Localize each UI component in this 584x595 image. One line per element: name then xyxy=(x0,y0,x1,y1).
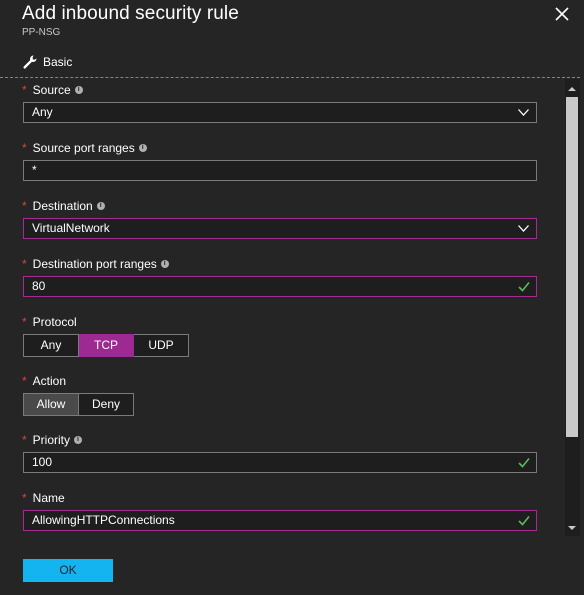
blade-header: Add inbound security rule PP-NSG Basic xyxy=(0,0,584,78)
required-marker: * xyxy=(22,315,27,329)
protocol-selector: Any TCP UDP xyxy=(23,334,189,357)
scroll-up-arrow-icon[interactable] xyxy=(566,83,578,95)
priority-label-text: Priority xyxy=(32,433,71,447)
destination-dropdown[interactable]: VirtualNetwork xyxy=(23,218,537,239)
priority-input[interactable]: 100 xyxy=(23,452,537,473)
info-icon[interactable]: i xyxy=(96,202,105,210)
scroll-down-arrow-icon[interactable] xyxy=(566,522,578,534)
source-port-ranges-input[interactable]: * xyxy=(23,160,537,181)
name-value: AllowingHTTPConnections xyxy=(32,513,175,527)
blade-title: Add inbound security rule xyxy=(22,3,239,24)
required-marker: * xyxy=(22,433,27,447)
source-label: * Source i xyxy=(22,83,83,97)
checkmark-icon xyxy=(518,281,530,292)
chevron-down-icon xyxy=(518,109,529,116)
checkmark-icon xyxy=(518,457,530,468)
info-icon[interactable]: i xyxy=(74,436,83,444)
tab-basic-label: Basic xyxy=(43,55,73,69)
source-port-ranges-value: * xyxy=(32,163,37,177)
protocol-option-tcp[interactable]: TCP xyxy=(79,334,134,357)
ok-button[interactable]: OK xyxy=(23,559,113,582)
source-label-text: Source xyxy=(32,83,71,97)
chevron-down-icon xyxy=(518,225,529,232)
name-label: * Name xyxy=(22,491,65,505)
protocol-label: * Protocol xyxy=(22,315,77,329)
action-label: * Action xyxy=(22,374,66,388)
blade-subtitle: PP-NSG xyxy=(22,27,61,38)
info-icon[interactable]: i xyxy=(74,86,83,94)
required-marker: * xyxy=(22,83,27,97)
protocol-label-text: Protocol xyxy=(32,315,77,329)
close-icon[interactable] xyxy=(554,6,570,22)
required-marker: * xyxy=(22,199,27,213)
required-marker: * xyxy=(22,374,27,388)
action-option-allow[interactable]: Allow xyxy=(23,393,79,416)
destination-port-ranges-label: * Destination port ranges i xyxy=(22,257,169,271)
name-label-text: Name xyxy=(32,491,65,505)
destination-port-ranges-value: 80 xyxy=(32,279,46,293)
protocol-option-any[interactable]: Any xyxy=(23,334,79,357)
priority-value: 100 xyxy=(32,455,53,469)
info-icon[interactable]: i xyxy=(160,260,169,268)
source-dropdown[interactable]: Any xyxy=(23,102,537,123)
protocol-option-udp[interactable]: UDP xyxy=(134,334,189,357)
destination-label: * Destination i xyxy=(22,199,105,213)
source-port-ranges-label: * Source port ranges i xyxy=(22,141,147,155)
rule-form: * Source i Any * Source port ranges i * … xyxy=(0,78,562,540)
checkmark-icon xyxy=(518,515,530,526)
action-label-text: Action xyxy=(32,374,67,388)
scrollbar-thumb[interactable] xyxy=(566,97,578,437)
name-input[interactable]: AllowingHTTPConnections xyxy=(23,510,537,531)
source-value: Any xyxy=(32,105,53,119)
source-port-ranges-label-text: Source port ranges xyxy=(32,141,135,155)
action-option-deny[interactable]: Deny xyxy=(79,393,134,416)
destination-port-ranges-label-text: Destination port ranges xyxy=(32,257,157,271)
priority-label: * Priority i xyxy=(22,433,83,447)
info-icon[interactable]: i xyxy=(138,144,147,152)
wrench-icon xyxy=(23,55,37,69)
tab-basic[interactable]: Basic xyxy=(22,53,72,71)
action-selector: Allow Deny xyxy=(23,393,134,416)
required-marker: * xyxy=(22,257,27,271)
required-marker: * xyxy=(22,141,27,155)
destination-label-text: Destination xyxy=(32,199,93,213)
required-marker: * xyxy=(22,491,27,505)
destination-port-ranges-input[interactable]: 80 xyxy=(23,276,537,297)
destination-value: VirtualNetwork xyxy=(32,221,110,235)
